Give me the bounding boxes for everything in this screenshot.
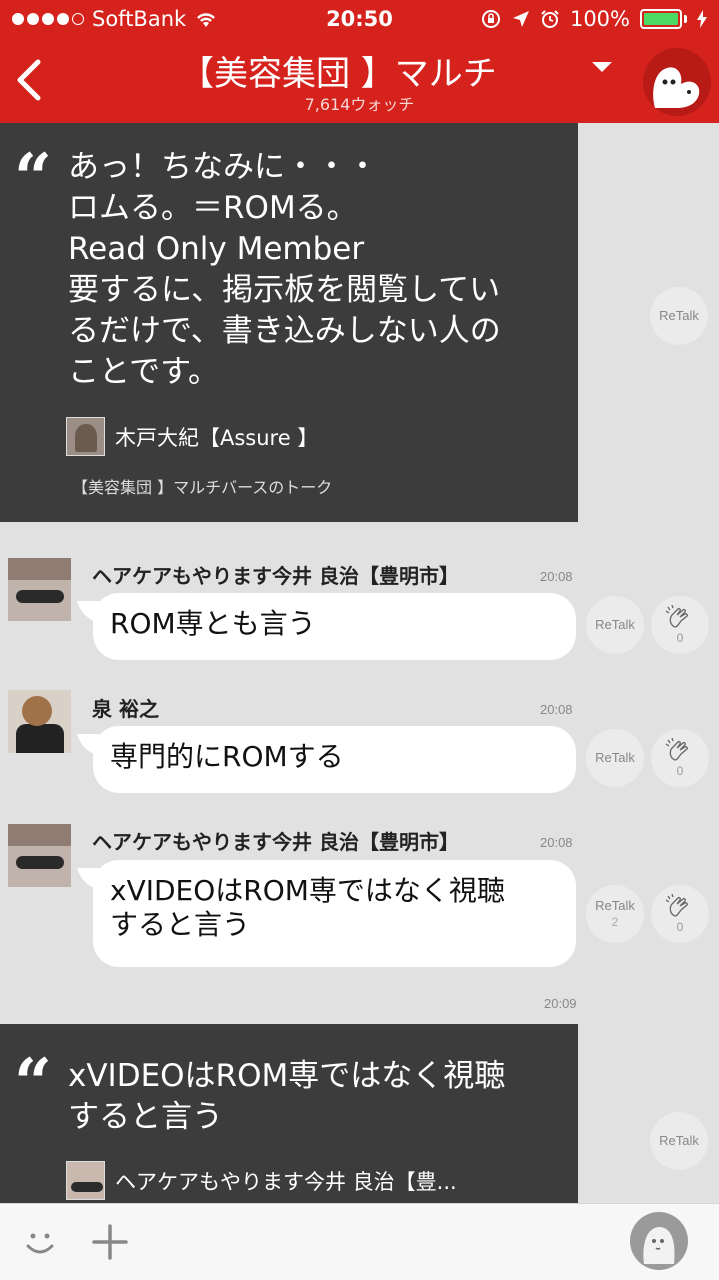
message-text: ROM専とも言う <box>110 607 316 640</box>
retalk-label: ReTalk <box>595 617 635 632</box>
quote-source[interactable]: 【美容集団 】マルチバースのトーク <box>72 474 332 498</box>
message-time: 20:08 <box>540 702 573 717</box>
retalk-button[interactable]: ReTalk <box>586 596 644 654</box>
author-name: ヘアケアもやります今井 良治【豊... <box>115 1169 457 1194</box>
alarm-clock-icon <box>541 10 559 28</box>
author-name: 木戸大紀【Assure 】 <box>115 425 319 450</box>
avatar <box>66 417 105 456</box>
status-bar: SoftBank 20:50 100% <box>0 0 719 40</box>
clap-button[interactable]: 0 <box>651 729 709 787</box>
sender-name: ヘアケアもやります今井 良治【豊明市】 <box>92 564 459 588</box>
retalk-button[interactable]: ReTalk <box>650 1112 708 1170</box>
message-bubble[interactable]: 専門的にROMする <box>93 726 576 793</box>
clap-hands-icon <box>665 738 688 761</box>
quote-text: xVIDEOはROM専ではなく視聴 すると言う <box>68 1058 506 1135</box>
quote-author[interactable]: ヘアケアもやります今井 良治【豊... <box>66 1161 457 1200</box>
retalk-quote-card[interactable]: “ xVIDEOはROM専ではなく視聴 すると言う ヘアケアもやります今井 良治… <box>0 1024 578 1203</box>
avatar[interactable] <box>8 824 71 887</box>
smiley-icon[interactable] <box>20 1222 60 1262</box>
message-text: すると言う <box>110 908 251 941</box>
message-bubble[interactable]: xVIDEOはROM専ではなく視聴 すると言う <box>93 860 576 967</box>
sender-name: 泉 裕之 <box>92 697 159 721</box>
clap-button[interactable]: 0 <box>651 885 709 943</box>
quote-mark-icon: “ <box>14 1044 52 1122</box>
message-text: 専門的にROMする <box>110 740 344 773</box>
ghost-mascot-icon <box>653 67 700 108</box>
charging-bolt-icon <box>697 10 707 28</box>
input-toolbar <box>0 1203 719 1280</box>
message-time: 20:08 <box>540 569 573 584</box>
quote-author[interactable]: 木戸大紀【Assure 】 <box>66 417 318 456</box>
message-time: 20:08 <box>540 835 573 850</box>
clap-hands-icon <box>665 894 688 917</box>
retalk-button[interactable]: ReTalk <box>650 287 708 345</box>
clap-count: 0 <box>676 920 684 934</box>
clap-button[interactable]: 0 <box>651 596 709 654</box>
retalk-button[interactable]: ReTalk <box>586 729 644 787</box>
retalk-quote-card[interactable]: “ あっ！ちなみに・・・ ロムる。＝ROMる。 Read Only Member… <box>0 123 578 522</box>
quote-text: あっ！ちなみに・・・ ロムる。＝ROMる。 Read Only Member 要… <box>68 149 501 390</box>
location-arrow-icon <box>512 11 529 27</box>
sender-name: ヘアケアもやります今井 良治【豊明市】 <box>92 830 459 854</box>
rotation-lock-icon <box>481 10 500 28</box>
triangle-down-icon[interactable] <box>592 62 612 72</box>
retalk-label: ReTalk <box>595 750 635 765</box>
retalk-label: ReTalk <box>595 898 635 913</box>
clap-count: 0 <box>676 764 684 778</box>
plus-icon[interactable] <box>90 1222 130 1262</box>
ghost-mascot-button[interactable] <box>643 48 711 116</box>
room-title[interactable]: 【美容集団 】マルチ <box>180 46 600 95</box>
message-text: xVIDEOはROM専ではなく視聴 <box>110 874 505 907</box>
message-bubble[interactable]: ROM専とも言う <box>93 593 576 660</box>
clap-hands-icon <box>665 605 688 628</box>
retalk-button[interactable]: ReTalk 2 <box>586 885 644 943</box>
retalk-label: ReTalk <box>659 308 699 323</box>
quote-mark-icon: “ <box>14 139 52 217</box>
clap-count: 0 <box>676 631 684 645</box>
retalk-time: 20:09 <box>544 996 577 1011</box>
chat-timeline[interactable]: “ あっ！ちなみに・・・ ロムる。＝ROMる。 Read Only Member… <box>0 123 719 1203</box>
battery-percent: 100% <box>569 7 630 31</box>
app-header: SoftBank 20:50 100% 【美容集団 】マルチ 7,614ウォッチ <box>0 0 719 123</box>
retalk-label: ReTalk <box>659 1133 699 1148</box>
retalk-count: 2 <box>611 915 619 929</box>
battery-icon <box>640 9 682 29</box>
user-avatar-icon[interactable] <box>630 1212 688 1270</box>
avatar[interactable] <box>8 558 71 621</box>
avatar[interactable] <box>8 690 71 753</box>
avatar <box>66 1161 105 1200</box>
watch-count: 7,614ウォッチ <box>304 95 415 114</box>
